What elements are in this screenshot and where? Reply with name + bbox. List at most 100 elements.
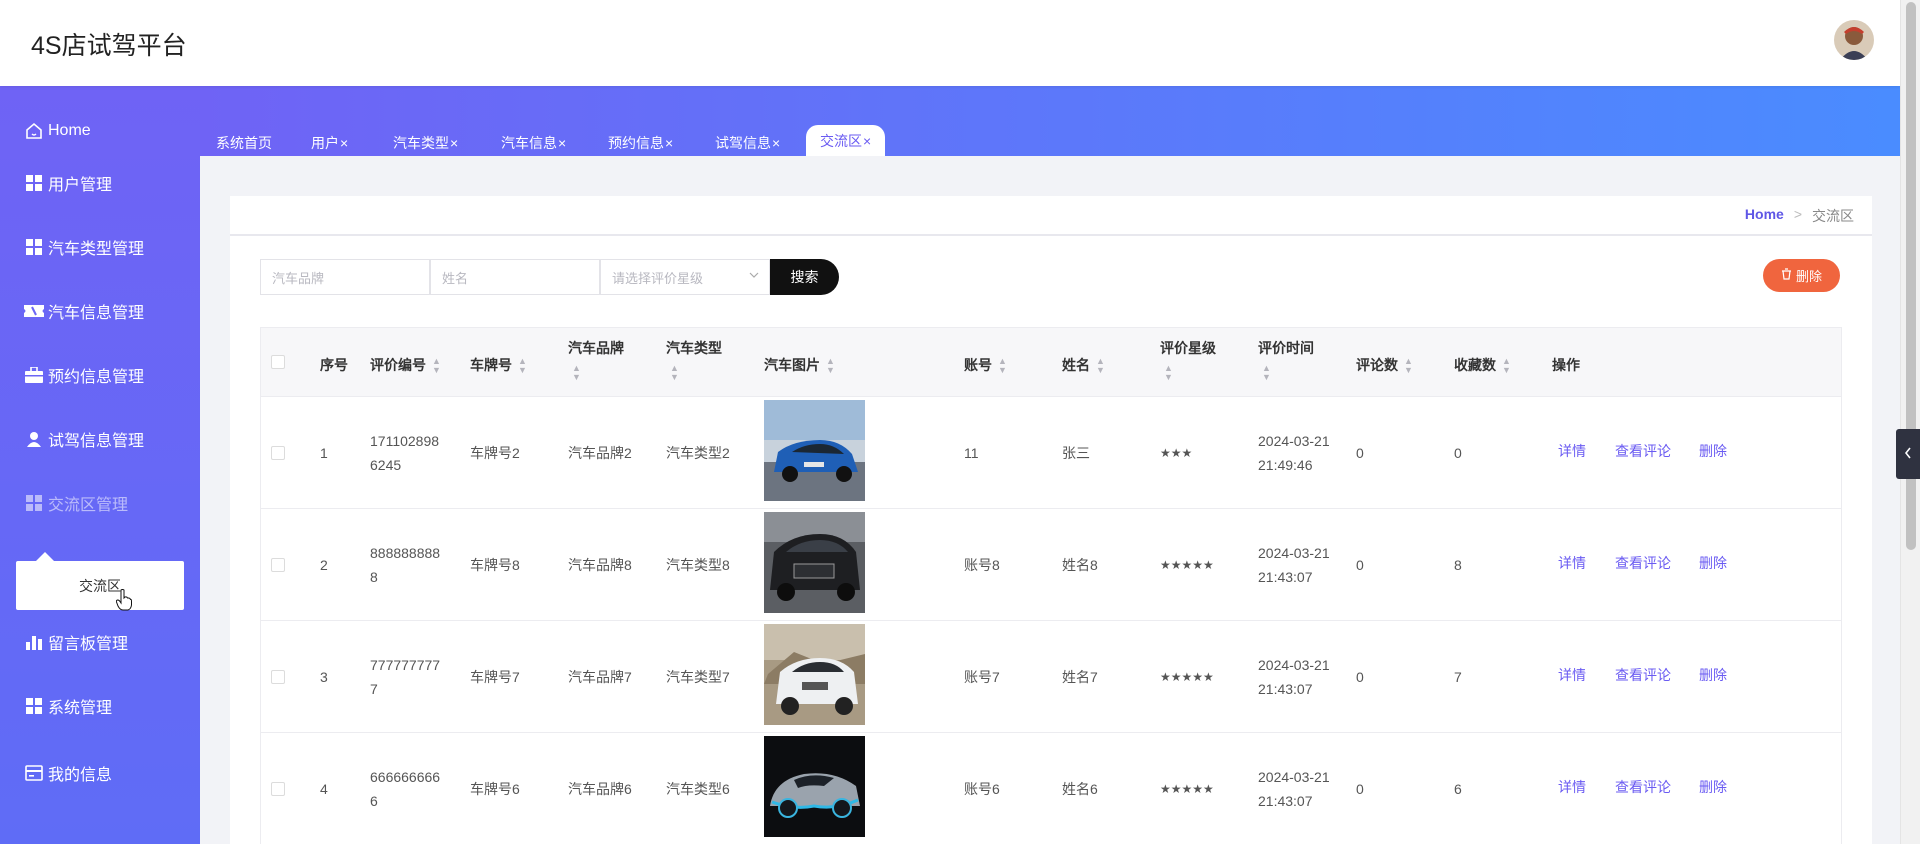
- sort-icon[interactable]: ▲ ▼: [1404, 357, 1413, 375]
- cell-review-id: 171102898 6245: [370, 429, 439, 477]
- tab-test-drives[interactable]: 试驾信息 ×: [715, 129, 780, 156]
- cell-name: 姓名8: [1062, 557, 1098, 573]
- submenu-item-forum[interactable]: 交流区: [16, 576, 184, 596]
- view-comments-link[interactable]: 查看评论: [1615, 777, 1671, 797]
- cell-index: 4: [320, 781, 328, 797]
- col-account[interactable]: 账号 ▲ ▼: [964, 355, 1007, 375]
- car-image[interactable]: [764, 736, 865, 837]
- close-icon[interactable]: ×: [772, 135, 780, 151]
- col-favorites[interactable]: 收藏数 ▲ ▼: [1454, 355, 1511, 375]
- delete-link[interactable]: 删除: [1699, 553, 1727, 573]
- tab-forum[interactable]: 交流区 ×: [806, 125, 886, 156]
- col-time[interactable]: 评价时间 ▲ ▼: [1258, 338, 1314, 382]
- sort-icon[interactable]: ▲ ▼: [572, 364, 581, 382]
- select-all-checkbox[interactable]: [271, 355, 285, 369]
- brand-filter-input[interactable]: 汽车品牌: [260, 259, 430, 295]
- close-icon[interactable]: ×: [558, 135, 566, 151]
- col-index: 序号: [320, 357, 348, 373]
- sidebar-item-users[interactable]: 用户管理: [24, 168, 112, 198]
- row-checkbox[interactable]: [271, 558, 285, 572]
- close-icon[interactable]: ×: [340, 135, 348, 151]
- sidebar-item-my-info[interactable]: 我的信息: [24, 758, 112, 788]
- cell-type: 汽车类型8: [666, 557, 730, 573]
- detail-link[interactable]: 详情: [1558, 665, 1586, 685]
- sort-icon[interactable]: ▲ ▼: [826, 357, 835, 375]
- sidebar-item-home[interactable]: Home: [24, 116, 91, 146]
- user-avatar[interactable]: [1834, 20, 1874, 60]
- sidebar-item-test-drives[interactable]: 试驾信息管理: [24, 424, 144, 454]
- cell-index: 1: [320, 445, 328, 461]
- sort-icon[interactable]: ▲ ▼: [1096, 357, 1105, 375]
- detail-link[interactable]: 详情: [1558, 441, 1586, 461]
- close-icon[interactable]: ×: [450, 135, 458, 151]
- delete-selected-button[interactable]: 删除: [1763, 259, 1840, 292]
- view-comments-link[interactable]: 查看评论: [1615, 665, 1671, 685]
- tab-appointments[interactable]: 预约信息 ×: [608, 129, 673, 156]
- collapse-panel-toggle[interactable]: [1896, 429, 1920, 479]
- bar-chart-icon: [24, 632, 44, 652]
- review-id-part: 171102898: [370, 433, 440, 449]
- detail-link[interactable]: 详情: [1558, 777, 1586, 797]
- col-name[interactable]: 姓名 ▲ ▼: [1062, 355, 1105, 375]
- view-comments-link[interactable]: 查看评论: [1615, 553, 1671, 573]
- close-icon[interactable]: ×: [665, 135, 673, 151]
- row-checkbox[interactable]: [271, 446, 285, 460]
- delete-link[interactable]: 删除: [1699, 665, 1727, 685]
- detail-link[interactable]: 详情: [1558, 553, 1586, 573]
- vertical-scrollbar[interactable]: [1900, 0, 1920, 844]
- tab-car-types[interactable]: 汽车类型 ×: [393, 129, 458, 156]
- sort-icon[interactable]: ▲ ▼: [518, 357, 527, 375]
- sort-icon[interactable]: ▲ ▼: [432, 357, 441, 375]
- car-image[interactable]: [764, 624, 865, 725]
- search-button[interactable]: 搜索: [770, 259, 839, 295]
- delete-link[interactable]: 删除: [1699, 777, 1727, 797]
- car-image[interactable]: [764, 400, 865, 501]
- col-rating[interactable]: 评价星级 ▲ ▼: [1160, 338, 1216, 382]
- tab-users[interactable]: 用户 ×: [311, 129, 348, 156]
- chevron-down-icon: [749, 269, 759, 283]
- col-review-id[interactable]: 评价编号 ▲ ▼: [370, 355, 441, 375]
- sidebar-item-forum[interactable]: 交流区管理: [24, 488, 128, 518]
- rating-select[interactable]: 请选择评价星级: [600, 259, 770, 295]
- col-image[interactable]: 汽车图片 ▲ ▼: [764, 355, 835, 375]
- sidebar-item-message-board[interactable]: 留言板管理: [24, 627, 128, 657]
- col-comments[interactable]: 评论数 ▲ ▼: [1356, 355, 1413, 375]
- sidebar-item-label: 留言板管理: [48, 636, 129, 653]
- table-row: 2 888888888 8 车牌号8 汽车品牌8 汽车类型8 账号8 姓名8 ★★…: [261, 509, 1841, 621]
- name-filter-input[interactable]: 姓名: [430, 259, 600, 295]
- sidebar-item-system[interactable]: 系统管理: [24, 691, 112, 721]
- sort-icon[interactable]: ▲ ▼: [998, 357, 1007, 375]
- cell-index: 2: [320, 557, 328, 573]
- cell-comments: 0: [1356, 781, 1364, 797]
- review-id-part: 6: [370, 793, 378, 809]
- delete-link[interactable]: 删除: [1699, 441, 1727, 461]
- row-checkbox[interactable]: [271, 670, 285, 684]
- tab-system-home[interactable]: 系统首页: [216, 129, 272, 156]
- sort-icon[interactable]: ▲ ▼: [1262, 364, 1271, 382]
- cell-favorites: 6: [1454, 781, 1462, 797]
- row-checkbox[interactable]: [271, 782, 285, 796]
- cell-index: 3: [320, 669, 328, 685]
- col-brand[interactable]: 汽车品牌 ▲ ▼: [568, 338, 624, 382]
- car-image[interactable]: [764, 512, 865, 613]
- sort-icon[interactable]: ▲ ▼: [1164, 364, 1173, 382]
- sidebar-item-label: 试驾信息管理: [48, 433, 145, 450]
- review-table: 序号 评价编号 ▲ ▼ 车牌号 ▲ ▼ 汽车品牌 ▲ ▼ 汽车类型 ▲ ▼ 汽车图片 ▲ ▼ 账号 ▲…: [260, 327, 1842, 844]
- cell-comments: 0: [1356, 445, 1364, 461]
- col-type-label: 汽车类型: [666, 340, 722, 356]
- col-type[interactable]: 汽车类型 ▲ ▼: [666, 338, 722, 382]
- sort-icon[interactable]: ▲ ▼: [1502, 357, 1511, 375]
- review-id-part: 8: [370, 569, 378, 585]
- sidebar-item-car-info[interactable]: 汽车信息管理: [24, 296, 144, 326]
- breadcrumb-home[interactable]: Home: [1745, 206, 1784, 226]
- view-comments-link[interactable]: 查看评论: [1615, 441, 1671, 461]
- close-icon[interactable]: ×: [863, 133, 871, 149]
- time-clock: 21:43:07: [1258, 793, 1313, 809]
- sort-icon[interactable]: ▲ ▼: [670, 364, 679, 382]
- sidebar-item-appointments[interactable]: 预约信息管理: [24, 360, 144, 390]
- cell-type: 汽车类型2: [666, 445, 730, 461]
- sidebar-item-car-types[interactable]: 汽车类型管理: [24, 232, 144, 262]
- col-plate[interactable]: 车牌号 ▲ ▼: [470, 355, 527, 375]
- grid-icon: [24, 237, 44, 257]
- tab-car-info[interactable]: 汽车信息 ×: [501, 129, 566, 156]
